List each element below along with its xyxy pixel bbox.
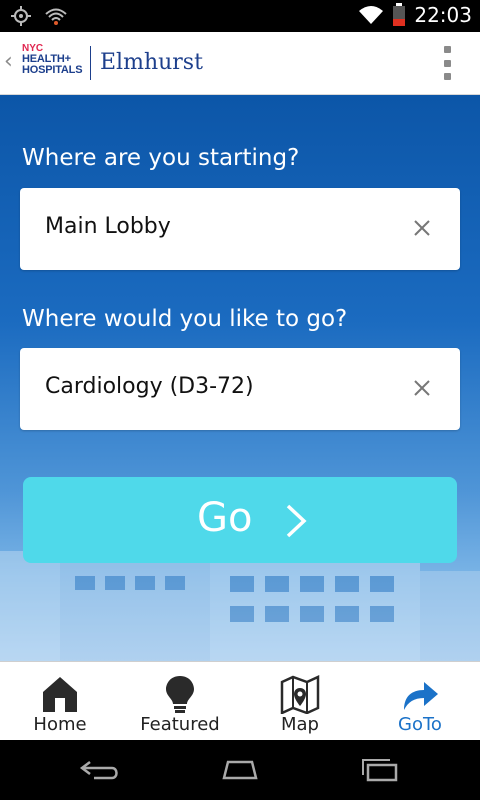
system-nav-bar (0, 740, 480, 800)
destination-label: Where would you like to go? (22, 306, 348, 332)
start-field[interactable]: Main Lobby (20, 188, 460, 270)
location-name: Elmhurst (100, 50, 203, 75)
clear-destination-icon[interactable] (412, 378, 432, 398)
clear-start-icon[interactable] (412, 218, 432, 238)
logo-divider (90, 46, 91, 80)
overflow-menu-icon[interactable] (444, 46, 452, 80)
wifi-signal-icon (359, 6, 384, 24)
recent-apps-nav-icon[interactable] (358, 758, 402, 782)
logo-line-3: HOSPITALS (22, 64, 83, 76)
wifi-notification-icon (45, 8, 67, 25)
start-label: Where are you starting? (22, 145, 300, 171)
clock: 22:03 (414, 3, 472, 27)
battery-icon (393, 3, 406, 26)
status-bar: 22:03 (0, 0, 480, 32)
lightbulb-icon (166, 676, 194, 713)
tab-map-label: Map (281, 714, 319, 735)
tab-goto-label: GoTo (398, 714, 442, 735)
destination-value[interactable]: Cardiology (D3-72) (45, 374, 254, 399)
app-header: ‹ NYC HEALTH+ HOSPITALS Elmhurst (0, 32, 480, 95)
tab-featured[interactable]: Featured (120, 662, 240, 741)
destination-field[interactable]: Cardiology (D3-72) (20, 348, 460, 430)
gps-icon (11, 6, 31, 26)
tab-home-label: Home (33, 714, 87, 735)
go-button-label: Go (197, 495, 253, 541)
tab-featured-label: Featured (140, 714, 220, 735)
go-button[interactable]: Go (23, 477, 457, 563)
chevron-right-icon (286, 504, 307, 538)
back-chevron-icon[interactable]: ‹ (4, 50, 16, 74)
home-nav-icon[interactable] (218, 758, 262, 782)
map-icon (280, 675, 320, 714)
back-nav-icon[interactable] (78, 758, 122, 782)
goto-arrow-icon (404, 682, 438, 710)
nyc-health-hospitals-logo: NYC HEALTH+ HOSPITALS (22, 44, 86, 84)
tab-goto[interactable]: GoTo (360, 662, 480, 741)
tab-home[interactable]: Home (0, 662, 120, 741)
tab-map[interactable]: Map (240, 662, 360, 741)
home-icon (43, 677, 77, 712)
directions-panel: Where are you starting? Main Lobby Where… (0, 95, 480, 661)
start-value[interactable]: Main Lobby (45, 214, 171, 239)
bottom-tab-bar: Home Featured Map GoTo (0, 661, 480, 741)
